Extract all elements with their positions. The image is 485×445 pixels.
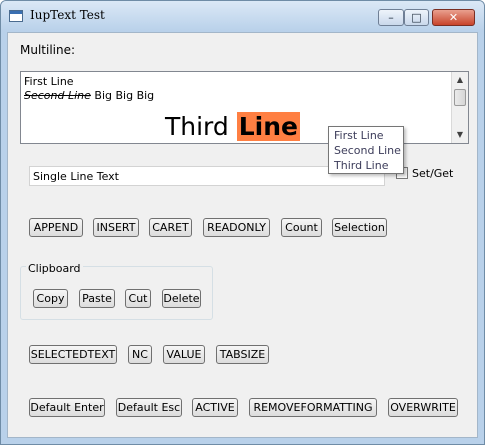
caret-button[interactable]: CARET: [149, 218, 192, 237]
client-area: Multiline: First Line Second Line Big Bi…: [7, 32, 478, 438]
vertical-scrollbar[interactable]: ▲ ▼: [451, 72, 468, 143]
line3-highlight-text: Line: [236, 112, 300, 141]
scroll-thumb[interactable]: [454, 89, 466, 106]
multiline-label: Multiline:: [20, 43, 76, 57]
value-button[interactable]: VALUE: [163, 345, 205, 364]
append-button[interactable]: APPEND: [29, 218, 83, 237]
readonly-button[interactable]: READONLY: [203, 218, 270, 237]
tabsize-button[interactable]: TABSIZE: [216, 345, 269, 364]
window-icon: [9, 10, 23, 22]
title-bar[interactable]: IupText Test – □ ✕: [1, 1, 484, 31]
maximize-button[interactable]: □: [404, 9, 429, 26]
selectedtext-button[interactable]: SELECTEDTEXT: [29, 345, 117, 364]
insert-button[interactable]: INSERT: [93, 218, 139, 237]
line2-big-text: Big Big Big: [90, 89, 155, 102]
delete-button[interactable]: Delete: [162, 289, 201, 308]
minimize-button[interactable]: –: [378, 9, 404, 26]
multiline-line-1: First Line: [24, 75, 74, 88]
cut-button[interactable]: Cut: [125, 289, 151, 308]
paste-button[interactable]: Paste: [79, 289, 115, 308]
dropdown-option-first-line[interactable]: First Line: [334, 129, 384, 142]
app-window: IupText Test – □ ✕ Multiline: First Line…: [0, 0, 485, 445]
dropdown-option-third-line[interactable]: Third Line: [334, 159, 388, 172]
setget-label: Set/Get: [412, 167, 454, 180]
window-title: IupText Test: [30, 8, 105, 22]
copy-button[interactable]: Copy: [33, 289, 68, 308]
selection-button[interactable]: Selection: [332, 218, 387, 237]
default-enter-button[interactable]: Default Enter: [29, 398, 105, 417]
line2-strike-text: Second Line: [24, 89, 91, 102]
line3-normal-text: Third: [165, 112, 237, 141]
multiline-line-3: Third Line: [165, 112, 300, 141]
scroll-up-icon[interactable]: ▲: [452, 72, 468, 88]
active-button[interactable]: ACTIVE: [192, 398, 238, 417]
clipboard-frame-title: Clipboard: [26, 262, 83, 275]
removeformatting-button[interactable]: REMOVEFORMATTING: [249, 398, 377, 417]
scroll-down-icon[interactable]: ▼: [452, 127, 468, 143]
autocomplete-dropdown[interactable]: First Line Second Line Third Line: [328, 126, 404, 174]
default-esc-button[interactable]: Default Esc: [116, 398, 182, 417]
nc-button[interactable]: NC: [128, 345, 152, 364]
line1-text: First Line: [24, 75, 74, 88]
close-button[interactable]: ✕: [432, 9, 475, 26]
count-button[interactable]: Count: [281, 218, 322, 237]
multiline-line-2: Second Line Big Big Big: [24, 89, 154, 102]
overwrite-button[interactable]: OVERWRITE: [388, 398, 458, 417]
dropdown-option-second-line[interactable]: Second Line: [334, 144, 401, 157]
